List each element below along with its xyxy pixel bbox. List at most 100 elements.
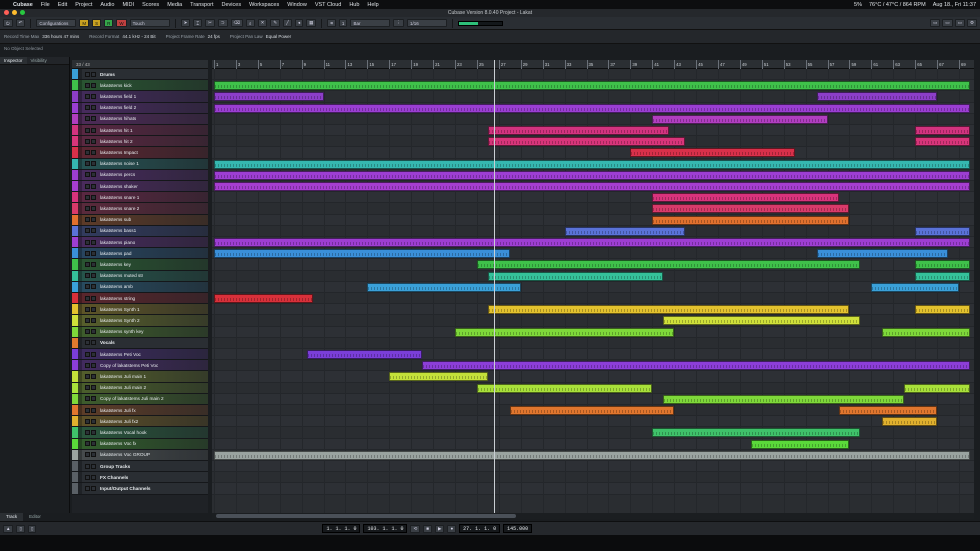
track-lane[interactable] xyxy=(212,461,974,473)
audio-event[interactable] xyxy=(487,305,850,315)
track-name[interactable]: lakatstems snare 2 xyxy=(100,206,139,211)
stop-icon[interactable]: ■ xyxy=(423,524,432,533)
configurations-select[interactable]: Configurations xyxy=(36,19,77,27)
punch-in-icon[interactable]: ▯ xyxy=(16,524,25,533)
track-header[interactable]: lakatstems amb xyxy=(72,281,208,293)
mute-button[interactable]: M xyxy=(79,19,90,27)
mute-tool-icon[interactable]: ✕ xyxy=(257,19,268,27)
solo-button[interactable] xyxy=(91,317,96,323)
mute-button[interactable] xyxy=(85,295,90,301)
audio-event[interactable] xyxy=(476,383,653,393)
audio-event[interactable] xyxy=(816,249,949,259)
audio-event[interactable] xyxy=(915,226,970,236)
mute-button[interactable] xyxy=(85,273,90,279)
audio-event[interactable] xyxy=(915,137,970,147)
track-name[interactable]: lakatstems muted str xyxy=(100,273,143,278)
track-lane[interactable] xyxy=(212,416,974,428)
solo-button[interactable] xyxy=(91,183,96,189)
track-lane[interactable] xyxy=(212,293,974,305)
mute-button[interactable] xyxy=(85,351,90,357)
track-name[interactable]: lakatstems key xyxy=(100,262,131,267)
metronome-icon[interactable]: ▲ xyxy=(3,524,14,533)
track-header[interactable]: lakatstems field 1 xyxy=(72,91,208,103)
track-header[interactable]: lakatstems Juli main 2 xyxy=(72,382,208,394)
audio-event[interactable] xyxy=(630,148,795,158)
audio-event[interactable] xyxy=(487,137,686,147)
track-header[interactable]: lakatstems snare 1 xyxy=(72,192,208,204)
solo-button[interactable] xyxy=(91,474,96,480)
project-cursor[interactable] xyxy=(494,60,495,513)
solo-button[interactable] xyxy=(91,373,96,379)
horizontal-scrollbar[interactable] xyxy=(212,513,974,519)
audio-event[interactable] xyxy=(214,182,970,191)
left-zone-icon[interactable]: ▭ xyxy=(930,19,941,27)
menu-project[interactable]: Project xyxy=(75,2,92,8)
frame-rate[interactable]: Project Frame Rate 24 fps xyxy=(166,34,220,39)
line-tool-icon[interactable]: ╱ xyxy=(283,19,292,27)
play-tool-icon[interactable]: ◂ xyxy=(294,19,304,27)
audio-event[interactable] xyxy=(214,170,970,180)
track-header[interactable]: lakatstems Voc fx xyxy=(72,438,208,450)
snap-icon[interactable]: ⌗ xyxy=(327,19,336,27)
audio-event[interactable] xyxy=(487,271,664,281)
track-lane[interactable] xyxy=(212,338,974,349)
track-name[interactable]: Input/Output Channels xyxy=(100,486,151,491)
track-header[interactable]: lakatstems Juli main 1 xyxy=(72,371,208,383)
right-zone-icon[interactable]: ▭ xyxy=(954,19,965,27)
solo-button[interactable] xyxy=(91,105,96,111)
track-lane[interactable] xyxy=(212,371,974,383)
solo-button[interactable] xyxy=(91,295,96,301)
audio-event[interactable] xyxy=(422,361,970,371)
audio-event[interactable] xyxy=(455,327,675,337)
track-header[interactable]: lakatstems hihats xyxy=(72,113,208,125)
track-header[interactable]: lakatstems synth key xyxy=(72,326,208,338)
track-name[interactable]: Group Tracks xyxy=(100,464,130,469)
mute-button[interactable] xyxy=(85,205,90,211)
track-header[interactable]: lakatstems sub xyxy=(72,214,208,226)
track-name[interactable]: Vocals xyxy=(100,340,115,345)
draw-tool-icon[interactable]: ✎ xyxy=(270,19,281,27)
audio-event[interactable] xyxy=(915,126,970,135)
audio-event[interactable] xyxy=(214,238,970,247)
close-icon[interactable] xyxy=(4,10,9,15)
track-name[interactable]: lakatstems field 2 xyxy=(100,105,136,110)
mute-button[interactable] xyxy=(85,138,90,144)
mute-button[interactable] xyxy=(85,418,90,424)
track-name[interactable]: lakatstems bass1 xyxy=(100,228,136,233)
mute-button[interactable] xyxy=(85,261,90,267)
mute-button[interactable] xyxy=(85,306,90,312)
track-name[interactable]: lakatstems Juli fx2 xyxy=(100,419,138,424)
audio-event[interactable] xyxy=(389,372,488,382)
track-name[interactable]: lakatstems Juli main 2 xyxy=(100,385,146,390)
solo-button[interactable] xyxy=(91,239,96,245)
track-header[interactable]: lakatstems Juli fx2 xyxy=(72,416,208,428)
track-lane[interactable] xyxy=(212,69,974,81)
app-name[interactable]: Cubase xyxy=(13,2,33,8)
audio-event[interactable] xyxy=(214,92,324,102)
solo-button[interactable] xyxy=(91,362,96,368)
app-menu[interactable]: Cubase File Edit Project Audio MIDI Scores Medi… xyxy=(13,2,379,8)
left-locator-field[interactable]: 1. 1. 1. 0 xyxy=(322,524,361,533)
solo-button[interactable] xyxy=(91,306,96,312)
audio-event[interactable] xyxy=(509,406,675,415)
track-name[interactable]: lakatstems noise 1 xyxy=(100,161,139,166)
mute-button[interactable] xyxy=(85,71,90,77)
mute-button[interactable] xyxy=(85,385,90,391)
solo-button[interactable] xyxy=(91,396,96,402)
track-name[interactable]: lakatstems Synth 2 xyxy=(100,318,140,323)
track-header[interactable]: lakatstems string xyxy=(72,293,208,305)
audio-event[interactable] xyxy=(871,282,960,292)
track-name[interactable]: lakatstems Synth 1 xyxy=(100,307,140,312)
solo-button[interactable] xyxy=(91,441,96,447)
mute-button[interactable] xyxy=(85,105,90,111)
menu-midi[interactable]: MIDI xyxy=(122,2,134,8)
track-name[interactable]: lakatstems Voc fx xyxy=(100,441,136,446)
mute-button[interactable] xyxy=(85,463,90,469)
mute-button[interactable] xyxy=(85,396,90,402)
track-name[interactable]: lakatstems Juli main 1 xyxy=(100,374,146,379)
mute-button[interactable] xyxy=(85,362,90,368)
mute-button[interactable] xyxy=(85,250,90,256)
track-name[interactable]: lakatstems Peti Voc xyxy=(100,352,141,357)
read-button[interactable]: R xyxy=(104,19,114,27)
track-header[interactable]: lakatstems piano xyxy=(72,237,208,249)
